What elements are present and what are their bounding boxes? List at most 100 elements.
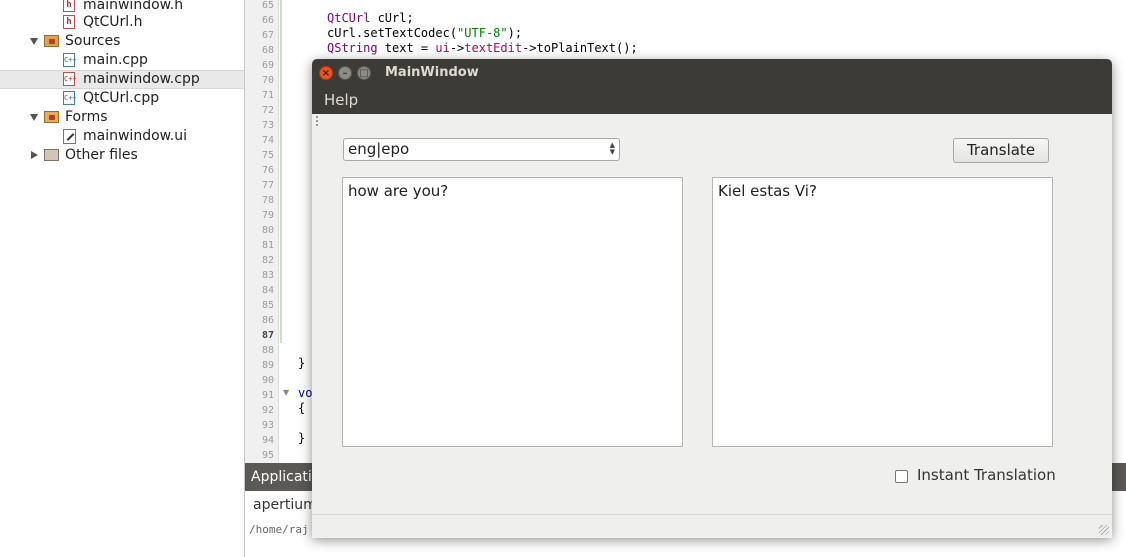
language-pair-value: eng|epo	[348, 140, 410, 158]
h-file-icon: h	[63, 15, 75, 29]
line-number: 66	[261, 15, 274, 26]
line-number: 87	[261, 330, 274, 341]
menu-bar: Help	[312, 87, 1112, 114]
line-number: 91	[261, 390, 274, 401]
translated-text-output[interactable]: Kiel estas Vi?	[712, 177, 1053, 447]
code-line-94[interactable]: }	[298, 431, 305, 446]
tree-item-label: QtCUrl.cpp	[83, 90, 160, 106]
folder-icon	[44, 111, 59, 123]
code-line-67[interactable]: cUrl.setTextCodec("UTF-8");	[327, 26, 522, 41]
tree-item-label: mainwindow.cpp	[83, 71, 200, 87]
instant-translation-checkbox[interactable]	[895, 470, 908, 483]
maximize-icon[interactable]: □	[357, 66, 371, 80]
translate-button[interactable]: Translate	[953, 138, 1049, 163]
main-window: × – □ MainWindow Help eng|epo ▲ ▼ Transla…	[312, 59, 1112, 538]
code-token: ->	[449, 41, 465, 55]
minimize-icon[interactable]: –	[338, 66, 352, 80]
line-number: 79	[261, 210, 274, 221]
ui-form-icon	[63, 129, 76, 144]
line-number: 76	[261, 165, 274, 176]
source-text-value: how are you?	[348, 182, 449, 200]
code-token: "UTF-8"	[457, 26, 508, 40]
line-number: 90	[261, 375, 274, 386]
code-token: cUrl;	[370, 11, 414, 25]
line-number: 67	[261, 30, 274, 41]
line-number-gutter: 65 66 67 68 69 70 71 72 73 74 75 76 77 78 79 80 81 82 83 84…	[245, 0, 279, 463]
line-number: 88	[261, 345, 274, 356]
tree-item-qtcurl-h[interactable]: h QtCUrl.h	[0, 13, 244, 32]
line-number: 95	[261, 450, 274, 461]
line-number: 92	[261, 405, 274, 416]
line-number: 85	[261, 300, 274, 311]
code-token: ui	[435, 41, 450, 55]
code-line-91[interactable]: vo	[298, 386, 312, 401]
tree-item-label: Other files	[65, 147, 138, 163]
line-number: 82	[261, 255, 274, 266]
line-number: 74	[261, 135, 274, 146]
code-token: QtCUrl	[327, 11, 371, 25]
tree-item-qtcurl-cpp[interactable]: C++ QtCUrl.cpp	[0, 89, 244, 108]
line-number: 77	[261, 180, 274, 191]
line-number: 93	[261, 420, 274, 431]
tree-item-main-cpp[interactable]: C++ main.cpp	[0, 51, 244, 70]
resize-grip-icon[interactable]	[1099, 525, 1109, 535]
tree-item-label: Forms	[65, 109, 108, 125]
folder-icon	[44, 149, 59, 161]
tree-item-mainwindow-ui[interactable]: mainwindow.ui	[0, 127, 244, 146]
tree-item-label: mainwindow.ui	[83, 128, 188, 144]
tree-item-mainwindow-cpp[interactable]: C++ mainwindow.cpp	[0, 70, 244, 89]
code-token: QString	[327, 41, 378, 55]
code-token: ->toPlainText();	[522, 41, 638, 55]
fold-marker-icon[interactable]: ▼	[283, 388, 289, 397]
h-file-icon: h	[63, 0, 75, 12]
line-number: 73	[261, 120, 274, 131]
instant-translation-label[interactable]: Instant Translation	[917, 466, 1056, 484]
code-token: textEdit	[464, 41, 523, 55]
code-token: text =	[377, 41, 436, 55]
line-number: 78	[261, 195, 274, 206]
folder-icon	[44, 35, 59, 47]
line-number: 71	[261, 90, 274, 101]
line-number: 81	[261, 240, 274, 251]
tree-item-label: QtCUrl.h	[83, 14, 143, 30]
code-line-68[interactable]: QString text = ui->textEdit->toPlainText…	[327, 41, 638, 56]
code-line-66[interactable]: QtCUrl cUrl;	[327, 11, 414, 26]
output-line: /home/raj	[249, 523, 309, 536]
cpp-file-icon: C++	[63, 53, 77, 67]
expand-arrow-icon[interactable]	[30, 114, 38, 121]
line-number: 68	[261, 45, 274, 56]
updown-arrows-icon: ▲ ▼	[609, 141, 615, 156]
project-tree: h mainwindow.h h QtCUrl.h Sources C++ ma…	[0, 0, 245, 557]
output-line: apertium	[253, 497, 317, 513]
code-token: );	[507, 26, 523, 40]
line-number: 83	[261, 270, 274, 281]
collapse-arrow-icon[interactable]	[31, 151, 38, 159]
window-titlebar[interactable]: × – □ MainWindow	[312, 59, 1112, 87]
line-number: 75	[261, 150, 274, 161]
line-number: 89	[261, 360, 274, 371]
line-number: 69	[261, 60, 274, 71]
line-number: 72	[261, 105, 274, 116]
status-bar	[312, 514, 1112, 538]
menu-help[interactable]: Help	[324, 87, 358, 114]
window-title: MainWindow	[385, 65, 479, 80]
tree-item-label: Sources	[65, 33, 121, 49]
code-token: cUrl.setTextCodec(	[327, 26, 458, 40]
line-number: 86	[261, 315, 274, 326]
language-pair-select[interactable]: eng|epo ▲ ▼	[343, 138, 620, 161]
tree-item-other-files[interactable]: Other files	[0, 146, 244, 165]
change-bar	[280, 0, 282, 343]
tree-item-sources[interactable]: Sources	[0, 32, 244, 51]
cpp-file-icon: C++	[63, 91, 77, 105]
toolbar-grip[interactable]	[316, 116, 320, 126]
tree-item-forms[interactable]: Forms	[0, 108, 244, 127]
tree-item-label: main.cpp	[83, 52, 148, 68]
expand-arrow-icon[interactable]	[30, 38, 38, 45]
code-line-92[interactable]: {	[298, 401, 305, 416]
code-line-89[interactable]: }	[298, 356, 305, 371]
line-number: 70	[261, 75, 274, 86]
line-number: 80	[261, 225, 274, 236]
source-text-input[interactable]: how are you?	[342, 177, 683, 447]
line-number: 84	[261, 285, 274, 296]
close-icon[interactable]: ×	[319, 66, 333, 80]
